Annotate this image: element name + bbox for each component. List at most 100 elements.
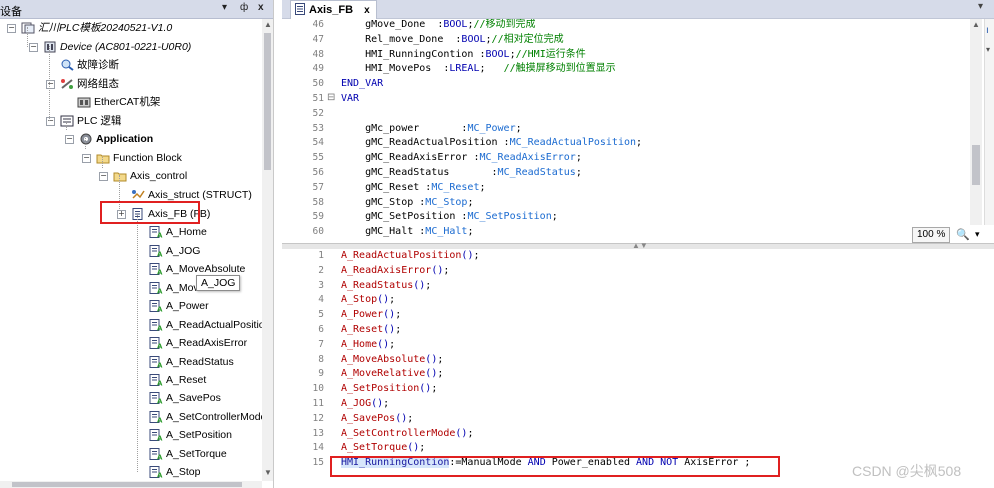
tree-node[interactable]: A A_SetTorque [149, 445, 227, 463]
tree-node[interactable]: A A_Power [149, 297, 209, 315]
zoom-icon[interactable]: 🔍 [956, 228, 970, 241]
tree-node-label: A_Home [166, 226, 207, 239]
code-line[interactable]: Rel_move_Done :BOOL;//相对定位完成 [341, 32, 564, 47]
tree-node[interactable]: − Function Block [82, 149, 182, 167]
code-line[interactable]: A_MoveAbsolute(); [341, 352, 443, 367]
scroll-up-icon[interactable]: ▲ [264, 20, 272, 30]
code-token: A_JOG [341, 398, 372, 409]
scroll-down-icon[interactable]: ▼ [264, 468, 272, 478]
collapse-toggle-icon[interactable]: − [82, 154, 91, 163]
tree-node-label: 故障诊断 [77, 59, 119, 72]
code-token: ; [575, 152, 582, 164]
code-token: ; [425, 279, 432, 291]
tree-node[interactable]: − Axis_control [99, 167, 187, 185]
tree-guide-line [137, 213, 138, 472]
code-line[interactable]: A_Power(); [341, 307, 401, 322]
collapse-toggle-icon[interactable]: − [46, 80, 55, 89]
tree-node[interactable]: A A_SetControllerMode [149, 408, 262, 426]
tree-node[interactable]: A A_SavePos [149, 389, 221, 407]
tree-node[interactable]: − 汇川PLC模板20240521-V1.0 [7, 19, 172, 37]
line-number: 11 [312, 398, 324, 409]
code-line[interactable]: gMC_Reset :MC_Reset; [341, 180, 485, 195]
scroll-up-icon[interactable]: ▲ [972, 20, 980, 30]
tree-node[interactable]: A A_SetPosition [149, 426, 232, 444]
code-line[interactable]: A_MoveRelative(); [341, 366, 443, 381]
implementation-editor[interactable]: 1 A_ReadActualPosition(); 2 A_ReadAxisError… [282, 249, 994, 488]
code-line[interactable]: A_ReadActualPosition(); [341, 249, 480, 263]
pin-icon[interactable]: ф [240, 2, 248, 13]
collapse-icon[interactable]: ▾ [986, 45, 990, 54]
code-token: A_Power [341, 309, 384, 321]
zoom-dropdown-icon[interactable]: ▾ [975, 229, 980, 240]
code-line[interactable]: A_JOG(); [341, 396, 389, 411]
code-token: gMC_Reset : [341, 181, 432, 193]
code-line[interactable]: A_ReadAxisError(); [341, 263, 449, 278]
code-token: //相对定位完成 [491, 33, 564, 45]
line-number: 53 [312, 122, 324, 134]
tooltip: A_JOG [196, 275, 241, 291]
collapse-toggle-icon[interactable]: − [46, 117, 55, 126]
code-line[interactable]: HMI_MovePos :LREAL; //触摸屏移动到位置显示 [341, 61, 616, 76]
tree-node[interactable]: 故障诊断 [60, 56, 119, 74]
line-number: 47 [312, 33, 324, 45]
tree-node[interactable]: EtherCAT机架 [77, 93, 160, 111]
collapse-toggle-icon[interactable]: − [99, 172, 108, 181]
tree-node[interactable]: A A_Stop [149, 463, 200, 481]
svg-text:A: A [157, 472, 163, 479]
collapse-toggle-icon[interactable]: − [65, 135, 74, 144]
tree-hscroll-thumb[interactable] [12, 482, 242, 487]
outline-icon[interactable]: ı [986, 25, 989, 36]
collapse-toggle-icon[interactable]: − [29, 43, 38, 52]
tree-node[interactable]: A A_ReadStatus [149, 353, 234, 371]
tree-node[interactable]: − Application [65, 130, 153, 148]
fold-toggle-icon[interactable]: ⊟ [327, 92, 335, 103]
tab-scroll-icon[interactable]: ▾ [978, 1, 983, 12]
code-line[interactable]: A_ReadStatus(); [341, 278, 431, 293]
code-line[interactable]: A_SetControllerMode(); [341, 426, 473, 441]
tree-node[interactable]: A A_Home [149, 223, 207, 241]
tree-node[interactable]: − PLC 逻辑 [46, 112, 121, 130]
tree-node-label: A_ReadActualPosition [166, 319, 262, 332]
line-number: 15 [312, 457, 324, 469]
tree-scroll-thumb[interactable] [264, 33, 271, 170]
tab-close-icon[interactable]: x [364, 5, 370, 16]
code-line[interactable]: END_VAR [341, 76, 383, 91]
declaration-editor[interactable]: 46 gMove_Done :BOOL;//移动到完成 47 Rel_move_D… [282, 19, 994, 243]
zoom-level[interactable]: 100 % [912, 227, 951, 243]
code-line[interactable]: gMC_Stop :MC_Stop; [341, 195, 473, 210]
code-line[interactable]: A_Reset(); [341, 322, 401, 337]
device-icon [43, 41, 57, 53]
device-tree[interactable]: − 汇川PLC模板20240521-V1.0− Device (AC801-0221… [0, 19, 262, 481]
code-token: A_Stop [341, 294, 378, 306]
code-line[interactable]: gMC_ReadActualPosition :MC_ReadActualPos… [341, 135, 642, 150]
code-line[interactable]: gMC_ReadStatus :MC_ReadStatus; [341, 165, 582, 180]
declaration-scroll-thumb[interactable] [972, 145, 980, 185]
code-line[interactable]: A_SetPosition(); [341, 381, 437, 396]
tree-node[interactable]: − 网络组态 [46, 75, 119, 93]
code-line[interactable]: gMove_Done :BOOL;//移动到完成 [341, 19, 535, 32]
code-line[interactable]: A_SavePos(); [341, 411, 413, 426]
tab-axis-fb[interactable]: Axis_FB x [290, 0, 377, 19]
code-line[interactable]: A_Home(); [341, 337, 395, 352]
tree-node[interactable]: A A_ReadAxisError [149, 334, 247, 352]
close-panel-icon[interactable]: x [258, 2, 264, 13]
code-line[interactable]: gMC_Halt :MC_Halt; [341, 224, 473, 239]
code-line[interactable]: gMC_ReadAxisError :MC_ReadAxisError; [341, 150, 582, 165]
tree-node[interactable]: A A_Reset [149, 371, 206, 389]
code-line[interactable]: A_SetTorque(); [341, 440, 425, 455]
svg-text:A: A [157, 251, 163, 258]
tree-horizontal-scrollbar[interactable] [0, 481, 262, 488]
code-line[interactable]: VAR [341, 91, 359, 106]
code-line[interactable]: HMI_RunningContion :BOOL;//HMI运行条件 [341, 47, 586, 62]
tree-node[interactable]: − Device (AC801-0221-U0R0) [29, 38, 191, 56]
declaration-vertical-scrollbar[interactable]: ▲ [970, 19, 982, 225]
code-line[interactable]: gMc_power :MC_Power; [341, 121, 522, 136]
dropdown-icon[interactable]: ▾ [222, 2, 227, 13]
tree-vertical-scrollbar[interactable]: ▲ ▼ [262, 19, 273, 481]
tree-node[interactable]: A A_JOG [149, 242, 200, 260]
code-line[interactable]: gMC_SetPosition :MC_SetPosition; [341, 209, 558, 224]
tree-node[interactable]: A A_ReadActualPosition [149, 316, 262, 334]
code-line[interactable]: A_Stop(); [341, 292, 395, 307]
code-token: () [419, 383, 432, 395]
collapse-toggle-icon[interactable]: − [7, 24, 16, 33]
